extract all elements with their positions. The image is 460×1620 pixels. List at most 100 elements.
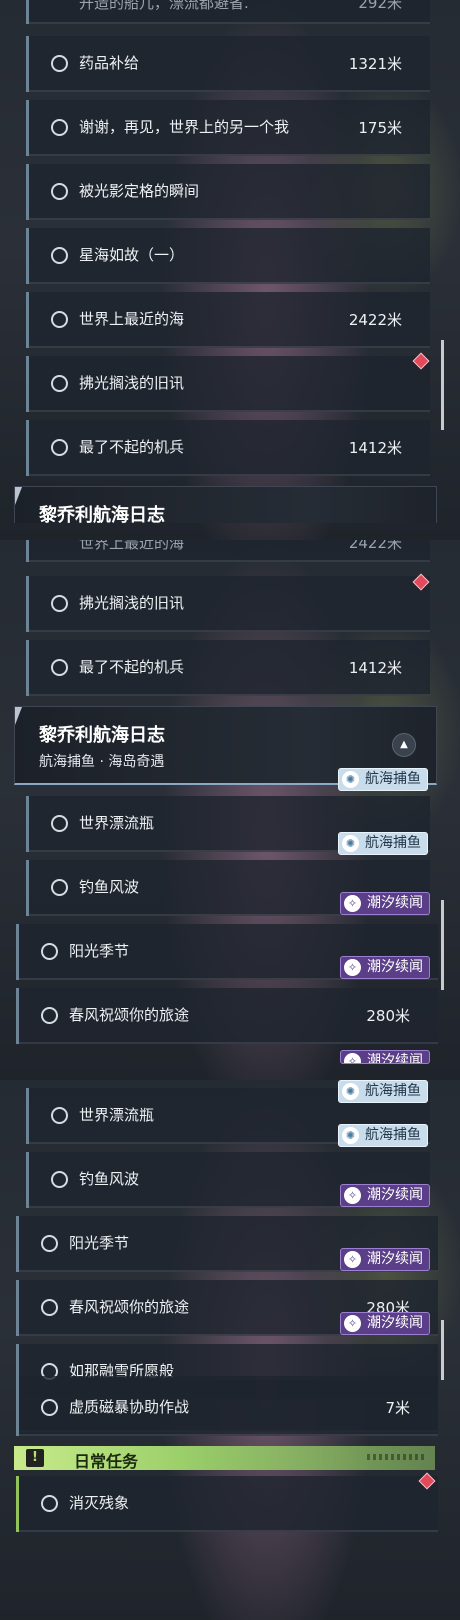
fishing-badge-label: 航海捕鱼	[365, 771, 421, 787]
fishing-badge-label: 航海捕鱼	[365, 835, 421, 851]
quest-list-panel-1: 开造的船儿，漂流都避省. 292米 药品补给 1321米 谢谢，再见，世界上的另…	[0, 0, 460, 540]
quest-name: 世界上最近的海	[79, 310, 185, 328]
quest-name: 消灭残象	[69, 1494, 130, 1512]
quest-distance: 2422米	[348, 311, 402, 329]
quest-status-circle-icon	[51, 375, 68, 392]
quest-status-circle-icon	[51, 595, 68, 612]
quest-item[interactable]: 星海如故（一）	[26, 228, 430, 284]
tide-badge-label: 潮汐续闻	[367, 895, 423, 911]
quest-item[interactable]: 虚质磁暴协助作战 7米	[16, 1380, 438, 1436]
quest-name: 钓鱼风波	[79, 1170, 140, 1188]
fishing-badge: ✺ 航海捕鱼	[338, 768, 428, 791]
fishing-badge: ✺ 航海捕鱼	[338, 1080, 428, 1103]
fishing-badge-label: 航海捕鱼	[365, 1127, 421, 1143]
tide-badge-icon: ✧	[344, 895, 361, 912]
quest-status-circle-icon	[51, 815, 68, 832]
quest-item[interactable]: 谢谢，再见，世界上的另一个我 175米	[26, 100, 430, 156]
quest-status-circle-icon	[51, 55, 68, 72]
quest-name: 春风祝颂你的旅途	[69, 1298, 190, 1316]
quest-status-circle-icon	[51, 183, 68, 200]
section-title: 黎乔利航海日志	[39, 505, 165, 526]
scrollbar[interactable]	[441, 1320, 444, 1380]
quest-name: 最了不起的机兵	[79, 438, 185, 456]
quest-name: 拂光搁浅的旧讯	[79, 374, 185, 392]
tide-badge-label: 潮汐续闻	[367, 1053, 423, 1064]
quest-distance: 2422米	[348, 540, 402, 552]
quest-distance: 1412米	[348, 439, 402, 457]
quest-item[interactable]: 世界上最近的海 2422米	[26, 292, 430, 348]
quest-distance: 280米	[366, 1007, 410, 1025]
fishing-badge-icon: ✺	[342, 771, 359, 788]
quest-status-circle-icon	[41, 1495, 58, 1512]
quest-status-circle-icon	[51, 879, 68, 896]
quest-item[interactable]: 最了不起的机兵 1412米	[26, 420, 430, 476]
fishing-badge: ✺ 航海捕鱼	[338, 832, 428, 855]
quest-name: 钓鱼风波	[79, 878, 140, 896]
quest-name: 最了不起的机兵	[79, 658, 185, 676]
section-title: 黎乔利航海日志	[39, 725, 165, 746]
quest-status-circle-icon	[41, 1299, 58, 1316]
tide-badge-icon: ✧	[344, 1315, 361, 1332]
quest-status-circle-icon	[51, 439, 68, 456]
tide-badge-icon: ✧	[344, 1251, 361, 1268]
quest-list-panel-2: 世界上最近的海 2422米 拂光搁浅的旧讯 最了不起的机兵 1412米 黎乔利航…	[0, 540, 460, 1080]
tide-badge-label: 潮汐续闻	[367, 1251, 423, 1267]
quest-name: 药品补给	[79, 54, 140, 72]
scrollbar[interactable]	[441, 340, 444, 430]
quest-status-circle-icon	[51, 247, 68, 264]
section-header[interactable]: 黎乔利航海日志	[14, 486, 437, 526]
quest-list-panel-3: 世界漂流瓶 ✺ 航海捕鱼 钓鱼风波 ✺ 航海捕鱼 阳光季节 ✧ 潮汐续闻 春风祝…	[0, 1080, 460, 1620]
decoration-stripes	[367, 1454, 427, 1460]
quest-name: 星海如故（一）	[79, 246, 185, 264]
quest-item[interactable]: 药品补给 1321米	[26, 36, 430, 92]
quest-name: 世界上最近的海	[79, 540, 185, 552]
quest-item[interactable]: 开造的船儿，漂流都避省. 292米	[26, 0, 430, 24]
quest-item[interactable]: 被光影定格的瞬间	[26, 164, 430, 220]
quest-item[interactable]: 春风祝颂你的旅途 280米	[16, 988, 438, 1044]
quest-status-circle-icon	[51, 1171, 68, 1188]
daily-quest-header[interactable]: ! 日常任务	[14, 1446, 435, 1471]
tide-badge: ✧ 潮汐续闻	[340, 1050, 430, 1064]
tide-badge: ✧ 潮汐续闻	[340, 1184, 430, 1207]
quest-distance: 1321米	[348, 55, 402, 73]
tide-badge-label: 潮汐续闻	[367, 1187, 423, 1203]
quest-status-circle-icon	[41, 1399, 58, 1416]
quest-status-circle-icon	[51, 659, 68, 676]
quest-name: 阳光季节	[69, 1234, 130, 1252]
quest-name: 开造的船儿，漂流都避省.	[79, 0, 249, 12]
quest-name: 世界漂流瓶	[79, 814, 155, 832]
tide-badge: ✧ 潮汐续闻	[340, 956, 430, 979]
quest-name: 世界漂流瓶	[79, 1106, 155, 1124]
quest-status-circle-icon	[51, 311, 68, 328]
quest-status-circle-icon	[41, 1235, 58, 1252]
scrollbar[interactable]	[441, 900, 444, 990]
quest-name: 阳光季节	[69, 942, 130, 960]
fishing-badge: ✺ 航海捕鱼	[338, 1124, 428, 1147]
fishing-badge-icon: ✺	[342, 1127, 359, 1144]
quest-item[interactable]: 最了不起的机兵 1412米	[26, 640, 430, 696]
quest-distance: 7米	[385, 1399, 410, 1417]
tide-badge-label: 潮汐续闻	[367, 1315, 423, 1331]
quest-item[interactable]: 消灭残象	[16, 1476, 438, 1532]
tide-badge: ✧ 潮汐续闻	[340, 1248, 430, 1271]
daily-quest-title: 日常任务	[74, 1452, 139, 1471]
quest-distance: 292米	[358, 0, 402, 12]
quest-status-circle-icon	[41, 1007, 58, 1024]
tide-badge-icon: ✧	[344, 959, 361, 976]
quest-status-circle-icon	[41, 943, 58, 960]
tide-badge: ✧ 潮汐续闻	[340, 892, 430, 915]
quest-distance: 1412米	[348, 659, 402, 677]
quest-item[interactable]: 拂光搁浅的旧讯	[26, 576, 430, 632]
quest-name: 拂光搁浅的旧讯	[79, 594, 185, 612]
quest-name: 谢谢，再见，世界上的另一个我	[79, 118, 290, 136]
chevron-up-icon[interactable]: ▲	[392, 733, 416, 757]
quest-name: 春风祝颂你的旅途	[69, 1006, 190, 1024]
quest-status-circle-icon	[51, 1107, 68, 1124]
quest-status-circle-icon	[51, 119, 68, 136]
quest-item[interactable]: 世界上最近的海 2422米	[26, 540, 430, 562]
quest-item[interactable]: 拂光搁浅的旧讯	[26, 356, 430, 412]
quest-name: 虚质磁暴协助作战	[69, 1398, 190, 1416]
fishing-badge-label: 航海捕鱼	[365, 1083, 421, 1099]
tide-badge-icon: ✧	[344, 1053, 361, 1063]
alert-icon: !	[26, 1449, 44, 1467]
